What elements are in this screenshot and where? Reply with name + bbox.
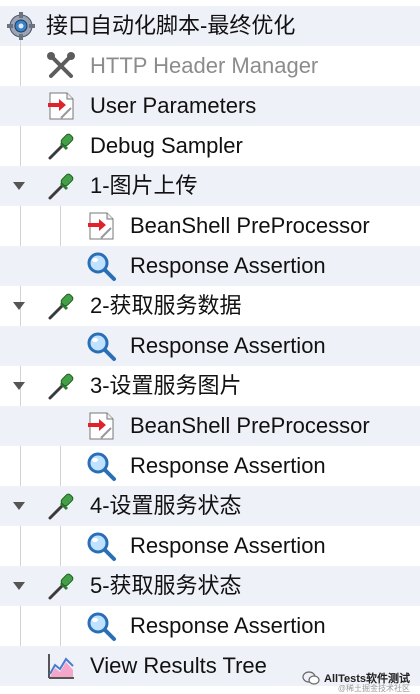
tree-item-label: HTTP Header Manager xyxy=(90,53,319,78)
tree-item-controller-3[interactable]: 3-设置服务图片 xyxy=(0,366,420,406)
tree-item-label: 4-设置服务状态 xyxy=(90,493,242,518)
tree-item-beanshell-preprocessor[interactable]: BeanShell PreProcessor xyxy=(0,206,420,246)
pipette-icon xyxy=(44,289,78,323)
tree-item-controller-2[interactable]: 2-获取服务数据 xyxy=(0,286,420,326)
tree-item-label: BeanShell PreProcessor xyxy=(130,213,370,238)
tree-item-label: Response Assertion xyxy=(130,533,326,558)
wrench-tools-icon xyxy=(44,49,78,83)
tree-item-label: Response Assertion xyxy=(130,333,326,358)
tree-item-http-header-manager[interactable]: HTTP Header Manager xyxy=(0,46,420,86)
preprocessor-icon xyxy=(84,209,118,243)
gear-icon xyxy=(4,9,38,43)
results-tree-icon xyxy=(44,649,78,683)
magnifier-icon xyxy=(84,449,118,483)
tree-item-label: Response Assertion xyxy=(130,613,326,638)
tree-item-label: Debug Sampler xyxy=(90,133,243,158)
tree-item-response-assertion[interactable]: Response Assertion xyxy=(0,246,420,286)
tree-item-response-assertion[interactable]: Response Assertion xyxy=(0,526,420,566)
expand-toggle-icon[interactable] xyxy=(10,497,28,515)
preprocessor-icon xyxy=(84,409,118,443)
magnifier-icon xyxy=(84,609,118,643)
tree-item-label: View Results Tree xyxy=(90,653,267,678)
magnifier-icon xyxy=(84,329,118,363)
tree-item-label: 5-获取服务状态 xyxy=(90,573,242,598)
tree-root-row[interactable]: 接口自动化脚本-最终优化 xyxy=(0,6,420,46)
preprocessor-icon xyxy=(44,89,78,123)
tree-item-label: 3-设置服务图片 xyxy=(90,373,242,398)
wechat-icon xyxy=(302,671,320,685)
magnifier-icon xyxy=(84,529,118,563)
expand-toggle-icon[interactable] xyxy=(10,297,28,315)
tree-item-label: BeanShell PreProcessor xyxy=(130,413,370,438)
pipette-icon xyxy=(44,169,78,203)
tree-item-label: Response Assertion xyxy=(130,253,326,278)
tree-item-beanshell-preprocessor[interactable]: BeanShell PreProcessor xyxy=(0,406,420,446)
watermark: AllTests软件测试 @稀土掘金技术社区 xyxy=(302,670,410,693)
tree-item-debug-sampler[interactable]: Debug Sampler xyxy=(0,126,420,166)
pipette-icon xyxy=(44,569,78,603)
watermark-subtext: @稀土掘金技术社区 xyxy=(337,684,410,693)
magnifier-icon xyxy=(84,249,118,283)
tree-item-label: 1-图片上传 xyxy=(90,173,198,198)
tree-item-user-parameters[interactable]: User Parameters xyxy=(0,86,420,126)
tree-item-controller-1[interactable]: 1-图片上传 xyxy=(0,166,420,206)
expand-toggle-icon[interactable] xyxy=(10,377,28,395)
tree-item-response-assertion[interactable]: Response Assertion xyxy=(0,606,420,646)
tree-item-controller-5[interactable]: 5-获取服务状态 xyxy=(0,566,420,606)
pipette-icon xyxy=(44,129,78,163)
tree-item-controller-4[interactable]: 4-设置服务状态 xyxy=(0,486,420,526)
tree-item-label: Response Assertion xyxy=(130,453,326,478)
tree-item-label: User Parameters xyxy=(90,93,257,118)
expand-toggle-icon[interactable] xyxy=(10,177,28,195)
expand-toggle-icon[interactable] xyxy=(10,577,28,595)
pipette-icon xyxy=(44,369,78,403)
tree-item-response-assertion[interactable]: Response Assertion xyxy=(0,446,420,486)
tree-item-label: 2-获取服务数据 xyxy=(90,293,242,318)
tree-root-label: 接口自动化脚本-最终优化 xyxy=(46,13,296,38)
tree-item-response-assertion[interactable]: Response Assertion xyxy=(0,326,420,366)
pipette-icon xyxy=(44,489,78,523)
